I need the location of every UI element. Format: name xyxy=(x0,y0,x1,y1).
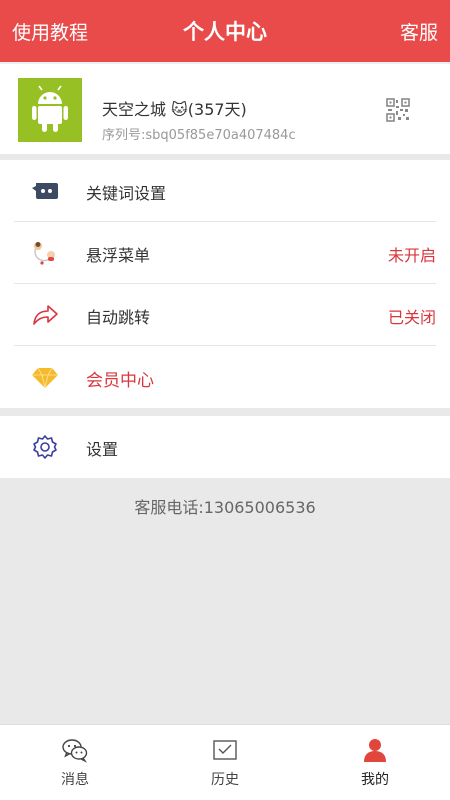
username: 天空之城 🐱(357天) xyxy=(102,100,247,119)
menu-item-settings[interactable]: 设置 xyxy=(0,416,450,478)
diamond-icon xyxy=(32,367,58,389)
menu-group: 关键词设置 悬浮菜单 未开启 自动跳转 已关闭 会员中心 xyxy=(0,160,450,408)
bottom-tab-bar: 消息 历史 我的 xyxy=(0,724,450,800)
wechat-icon xyxy=(62,739,88,763)
menu-label: 关键词设置 xyxy=(86,184,167,203)
page-title: 个人中心 xyxy=(183,20,267,44)
menu-item-vip[interactable]: 会员中心 xyxy=(0,346,450,408)
header-bar: 使用教程 个人中心 客服 xyxy=(0,0,450,62)
tab-history[interactable]: 历史 xyxy=(150,725,300,800)
tab-label: 消息 xyxy=(61,772,89,788)
customer-service-link[interactable]: 客服 xyxy=(400,18,438,45)
floating-menu-icon xyxy=(34,242,55,265)
menu-item-floating[interactable]: 悬浮菜单 未开启 xyxy=(0,222,450,284)
menu-label: 设置 xyxy=(86,440,119,459)
redirect-arrow-icon xyxy=(33,305,58,325)
menu-item-keywords[interactable]: 关键词设置 xyxy=(0,160,450,222)
gear-icon xyxy=(33,435,57,459)
keyword-chat-icon xyxy=(32,183,58,199)
menu-label: 悬浮菜单 xyxy=(86,246,151,265)
android-icon xyxy=(18,78,82,142)
menu-label: 自动跳转 xyxy=(86,308,151,327)
menu-item-redirect[interactable]: 自动跳转 已关闭 xyxy=(0,284,450,346)
mail-icon xyxy=(213,740,237,760)
user-icon xyxy=(364,739,386,762)
serial-number: 序列号:sbq05f85e70a407484c xyxy=(102,128,296,143)
tab-label: 历史 xyxy=(211,772,239,788)
service-phone: 客服电话:13065006536 xyxy=(134,498,316,517)
qr-code-icon[interactable] xyxy=(386,98,410,122)
tab-messages[interactable]: 消息 xyxy=(0,725,150,800)
menu-label: 会员中心 xyxy=(86,371,154,391)
settings-group: 设置 xyxy=(0,416,450,478)
profile-card[interactable]: 天空之城 🐱(357天) 序列号:sbq05f85e70a407484c xyxy=(0,62,450,154)
tab-label: 我的 xyxy=(361,772,389,788)
tab-mine[interactable]: 我的 xyxy=(300,725,450,800)
status-text: 已关闭 xyxy=(387,308,436,327)
status-text: 未开启 xyxy=(387,246,436,265)
